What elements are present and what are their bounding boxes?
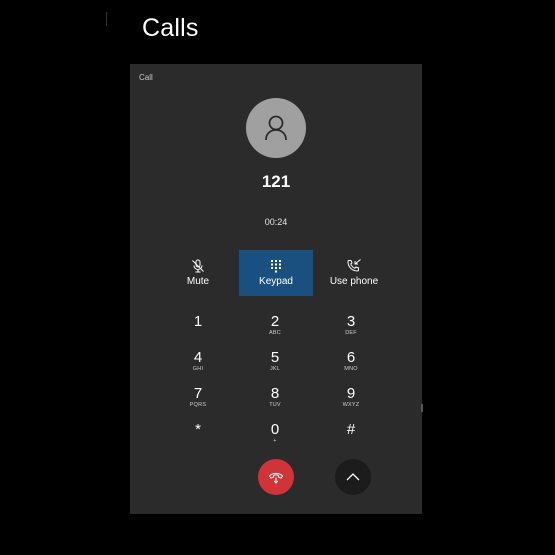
key-letters: MNO xyxy=(344,366,358,372)
phone-transfer-icon xyxy=(346,259,362,273)
call-panel: Call 121 00:24 Mute Keypad Use phone 1 2… xyxy=(130,64,422,514)
hang-up-icon xyxy=(268,472,284,484)
panel-caption: Call xyxy=(139,73,153,82)
key-1[interactable]: 1 xyxy=(168,314,228,346)
expand-button[interactable] xyxy=(335,459,371,495)
call-timer: 00:24 xyxy=(264,217,288,227)
avatar xyxy=(246,98,306,158)
key-8[interactable]: 8 TUV xyxy=(245,386,305,418)
key-letters: GHI xyxy=(192,366,204,372)
key-digit: 2 xyxy=(270,313,280,330)
key-digit: 3 xyxy=(346,313,356,330)
key-digit: 0 xyxy=(270,421,280,438)
use-phone-label: Use phone xyxy=(329,276,379,287)
title-divider xyxy=(106,12,107,26)
chevron-up-icon xyxy=(346,473,360,481)
key-0[interactable]: 0 + xyxy=(245,422,305,454)
page-title: Calls xyxy=(142,14,199,42)
key-letters: DEF xyxy=(345,330,357,336)
scroll-indicator xyxy=(421,404,423,412)
key-letters: JKL xyxy=(269,366,281,372)
key-letters: + xyxy=(273,438,277,444)
end-call-button[interactable] xyxy=(258,459,294,495)
key-letters: ABC xyxy=(269,330,281,336)
dialpad-icon xyxy=(270,259,282,273)
key-5[interactable]: 5 JKL xyxy=(245,350,305,382)
key-9[interactable]: 9 WXYZ xyxy=(321,386,381,418)
key-star[interactable]: * xyxy=(168,422,228,454)
key-letters: TUV xyxy=(269,402,281,408)
key-digit: 1 xyxy=(193,313,203,330)
key-digit: 6 xyxy=(346,349,356,366)
key-6[interactable]: 6 MNO xyxy=(321,350,381,382)
key-digit: 5 xyxy=(270,349,280,366)
key-digit: * xyxy=(195,421,201,438)
key-digit: 9 xyxy=(346,385,356,402)
person-icon xyxy=(265,115,287,141)
key-digit: 8 xyxy=(270,385,280,402)
keypad-button[interactable]: Keypad xyxy=(239,250,313,296)
caller-number: 121 xyxy=(261,172,291,191)
key-7[interactable]: 7 PQRS xyxy=(168,386,228,418)
key-digit: # xyxy=(346,421,356,438)
key-digit: 7 xyxy=(193,385,203,402)
key-digit: 4 xyxy=(193,349,203,366)
mute-label: Mute xyxy=(186,276,210,287)
key-4[interactable]: 4 GHI xyxy=(168,350,228,382)
key-hash[interactable]: # xyxy=(321,422,381,454)
keypad-label: Keypad xyxy=(259,276,293,287)
key-2[interactable]: 2 ABC xyxy=(245,314,305,346)
mic-off-icon xyxy=(191,259,205,273)
key-3[interactable]: 3 DEF xyxy=(321,314,381,346)
mute-button[interactable]: Mute xyxy=(161,250,235,296)
key-letters: WXYZ xyxy=(342,402,360,408)
use-phone-button[interactable]: Use phone xyxy=(317,250,391,296)
key-letters: PQRS xyxy=(189,402,207,408)
